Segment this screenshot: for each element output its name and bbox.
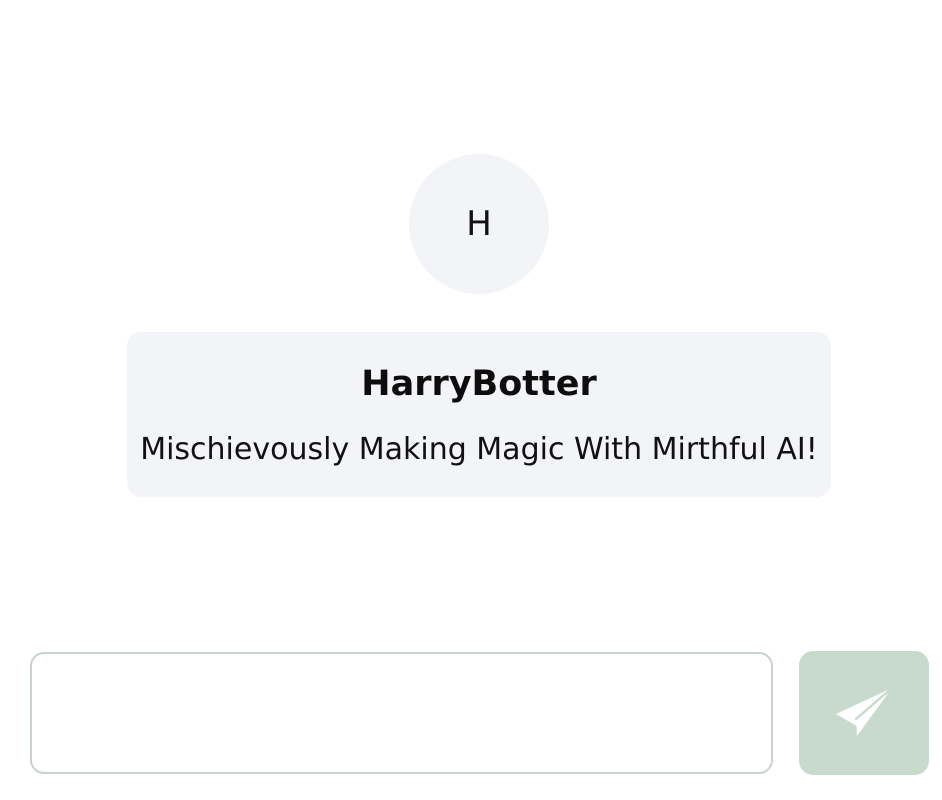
avatar-initial: H bbox=[466, 204, 492, 244]
bot-description: Mischievously Making Magic With Mirthful… bbox=[140, 432, 818, 467]
send-button[interactable] bbox=[799, 651, 929, 775]
bot-name: HarryBotter bbox=[361, 364, 597, 404]
bot-intro-card: HarryBotter Mischievously Making Magic W… bbox=[127, 332, 831, 497]
bot-avatar: H bbox=[409, 154, 549, 294]
paper-plane-icon bbox=[836, 687, 893, 736]
message-input[interactable] bbox=[30, 652, 773, 774]
chat-page: H HarryBotter Mischievously Making Magic… bbox=[0, 0, 942, 800]
